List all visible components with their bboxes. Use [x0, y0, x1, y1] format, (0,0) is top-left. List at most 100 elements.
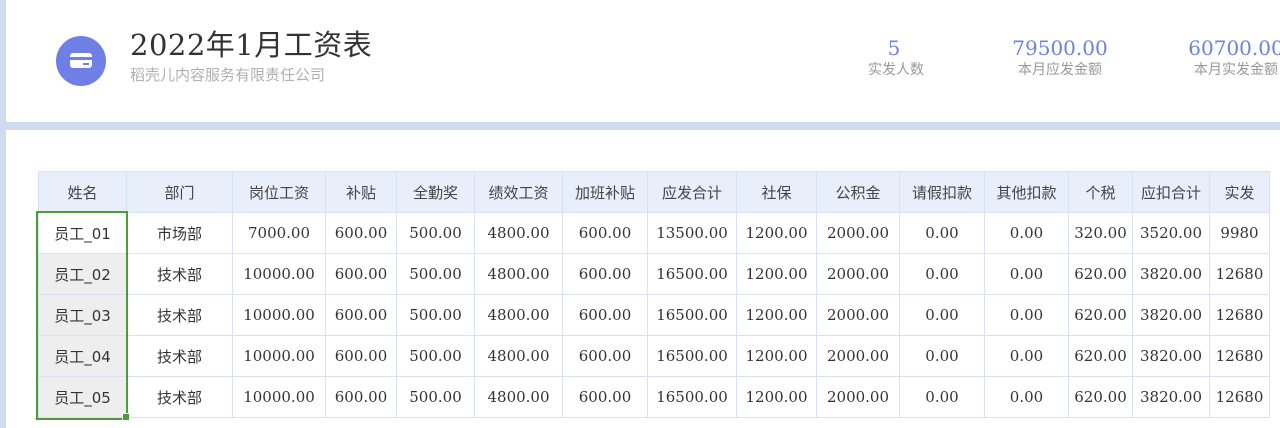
table-cell[interactable]: 12680: [1209, 376, 1270, 418]
col-header[interactable]: 请假扣款: [899, 171, 985, 213]
table-cell[interactable]: 620.00: [1068, 335, 1133, 377]
col-header[interactable]: 绩效工资: [474, 171, 563, 213]
table-row[interactable]: 员工_02 技术部 10000.00 600.00 500.00 4800.00 600.0…: [38, 253, 1270, 295]
table-cell[interactable]: 3820.00: [1132, 253, 1210, 295]
table-cell[interactable]: 0.00: [984, 294, 1069, 336]
table-cell[interactable]: 9980: [1209, 212, 1270, 254]
col-header[interactable]: 加班补贴: [562, 171, 648, 213]
col-header[interactable]: 公积金: [816, 171, 900, 213]
table-cell[interactable]: 600.00: [325, 212, 397, 254]
table-cell[interactable]: 2000.00: [816, 212, 900, 254]
table-cell[interactable]: 技术部: [126, 335, 233, 377]
table-cell[interactable]: 12680: [1209, 294, 1270, 336]
table-cell[interactable]: 技术部: [126, 253, 233, 295]
table-row[interactable]: 员工_05 技术部 10000.00 600.00 500.00 4800.00 600.0…: [38, 376, 1270, 418]
table-header-row: 姓名 部门 岗位工资 补贴 全勤奖 绩效工资 加班补贴 应发合计 社保 公积金 …: [38, 171, 1270, 213]
table-cell[interactable]: 0.00: [984, 253, 1069, 295]
table-cell[interactable]: 600.00: [325, 335, 397, 377]
table-cell[interactable]: 7000.00: [232, 212, 326, 254]
table-cell[interactable]: 500.00: [396, 335, 475, 377]
fill-handle[interactable]: [122, 413, 130, 421]
table-cell[interactable]: 0.00: [899, 376, 985, 418]
col-header[interactable]: 应发合计: [647, 171, 737, 213]
table-cell[interactable]: 4800.00: [474, 212, 563, 254]
table-cell[interactable]: 500.00: [396, 253, 475, 295]
table-cell[interactable]: 2000.00: [816, 335, 900, 377]
table-cell[interactable]: 500.00: [396, 212, 475, 254]
table-cell[interactable]: 600.00: [325, 253, 397, 295]
table-row[interactable]: 员工_01 市场部 7000.00 600.00 500.00 4800.00 600.00…: [38, 212, 1270, 254]
table-cell[interactable]: 3820.00: [1132, 294, 1210, 336]
table-cell[interactable]: 4800.00: [474, 294, 563, 336]
table-cell[interactable]: 2000.00: [816, 294, 900, 336]
table-cell[interactable]: 员工_05: [38, 376, 127, 418]
table-cell[interactable]: 0.00: [984, 212, 1069, 254]
table-cell[interactable]: 0.00: [899, 335, 985, 377]
table-cell[interactable]: 员工_01: [38, 212, 127, 254]
table-cell[interactable]: 0.00: [984, 376, 1069, 418]
table-cell[interactable]: 500.00: [396, 294, 475, 336]
table-cell[interactable]: 4800.00: [474, 376, 563, 418]
stat-net-total: 60700.00 本月实发金额: [1182, 36, 1280, 80]
table-cell[interactable]: 16500.00: [647, 253, 737, 295]
table-cell[interactable]: 600.00: [562, 376, 648, 418]
table-cell[interactable]: 600.00: [562, 335, 648, 377]
table-cell[interactable]: 0.00: [899, 294, 985, 336]
col-header[interactable]: 姓名: [38, 171, 127, 213]
table-cell[interactable]: 500.00: [396, 376, 475, 418]
table-cell[interactable]: 12680: [1209, 253, 1270, 295]
table-cell[interactable]: 16500.00: [647, 376, 737, 418]
col-header[interactable]: 实发: [1209, 171, 1270, 213]
table-cell[interactable]: 600.00: [325, 376, 397, 418]
table-cell[interactable]: 3520.00: [1132, 212, 1210, 254]
table-cell[interactable]: 600.00: [562, 294, 648, 336]
table-cell[interactable]: 320.00: [1068, 212, 1133, 254]
table-cell[interactable]: 1200.00: [736, 294, 817, 336]
table-cell[interactable]: 1200.00: [736, 376, 817, 418]
table-cell[interactable]: 1200.00: [736, 253, 817, 295]
table-cell[interactable]: 4800.00: [474, 253, 563, 295]
table-cell[interactable]: 技术部: [126, 376, 233, 418]
table-cell[interactable]: 620.00: [1068, 294, 1133, 336]
table-cell[interactable]: 3820.00: [1132, 335, 1210, 377]
table-cell[interactable]: 16500.00: [647, 335, 737, 377]
col-header[interactable]: 社保: [736, 171, 817, 213]
stat-headcount: 5 实发人数: [868, 36, 924, 80]
col-header[interactable]: 个税: [1068, 171, 1133, 213]
table-cell[interactable]: 技术部: [126, 294, 233, 336]
table-cell[interactable]: 员工_03: [38, 294, 127, 336]
table-cell[interactable]: 600.00: [562, 253, 648, 295]
table-cell[interactable]: 市场部: [126, 212, 233, 254]
table-cell[interactable]: 1200.00: [736, 212, 817, 254]
table-cell[interactable]: 10000.00: [232, 376, 326, 418]
col-header[interactable]: 应扣合计: [1132, 171, 1210, 213]
table-cell[interactable]: 3820.00: [1132, 376, 1210, 418]
table-cell[interactable]: 600.00: [325, 294, 397, 336]
table-cell[interactable]: 620.00: [1068, 253, 1133, 295]
table-cell[interactable]: 0.00: [899, 253, 985, 295]
table-cell[interactable]: 10000.00: [232, 294, 326, 336]
table-cell[interactable]: 10000.00: [232, 253, 326, 295]
table-cell[interactable]: 员工_04: [38, 335, 127, 377]
table-cell[interactable]: 2000.00: [816, 376, 900, 418]
table-cell[interactable]: 1200.00: [736, 335, 817, 377]
col-header[interactable]: 其他扣款: [984, 171, 1069, 213]
table-row[interactable]: 员工_04 技术部 10000.00 600.00 500.00 4800.00 600.0…: [38, 335, 1270, 377]
table-row[interactable]: 员工_03 技术部 10000.00 600.00 500.00 4800.00 600.0…: [38, 294, 1270, 336]
table-cell[interactable]: 0.00: [984, 335, 1069, 377]
table-cell[interactable]: 13500.00: [647, 212, 737, 254]
table-cell[interactable]: 600.00: [562, 212, 648, 254]
table-cell[interactable]: 620.00: [1068, 376, 1133, 418]
table-cell[interactable]: 16500.00: [647, 294, 737, 336]
table-cell[interactable]: 0.00: [899, 212, 985, 254]
stat-net-total-label: 本月实发金额: [1194, 62, 1278, 78]
col-header[interactable]: 岗位工资: [232, 171, 326, 213]
table-cell[interactable]: 员工_02: [38, 253, 127, 295]
table-cell[interactable]: 4800.00: [474, 335, 563, 377]
col-header[interactable]: 部门: [126, 171, 233, 213]
table-cell[interactable]: 12680: [1209, 335, 1270, 377]
table-cell[interactable]: 2000.00: [816, 253, 900, 295]
col-header[interactable]: 补贴: [325, 171, 397, 213]
table-cell[interactable]: 10000.00: [232, 335, 326, 377]
col-header[interactable]: 全勤奖: [396, 171, 475, 213]
